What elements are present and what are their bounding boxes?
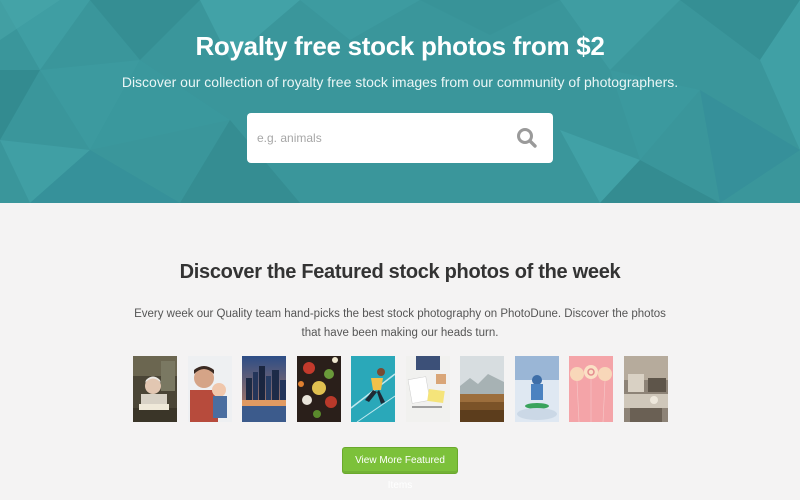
featured-photo-snow-sledding[interactable] bbox=[515, 356, 559, 422]
view-more-featured-button[interactable]: View More Featured Items bbox=[342, 447, 458, 491]
hero-title: Royalty free stock photos from $2 bbox=[195, 31, 605, 61]
featured-photo-city-skyline[interactable] bbox=[242, 356, 286, 422]
featured-photo-athlete-court[interactable] bbox=[351, 356, 395, 422]
featured-photo-father-baby[interactable] bbox=[188, 356, 232, 422]
featured-photo-misty-field[interactable] bbox=[460, 356, 504, 422]
featured-section-description: Every week our Quality team hand-picks t… bbox=[134, 308, 666, 339]
search-box bbox=[247, 113, 553, 163]
search-input[interactable] bbox=[257, 126, 507, 150]
search-button[interactable] bbox=[515, 126, 539, 150]
featured-section-title: Discover the Featured stock photos of th… bbox=[179, 261, 621, 283]
featured-photo-pink-balloons[interactable] bbox=[569, 356, 613, 422]
featured-thumbnails bbox=[133, 356, 673, 422]
search-icon[interactable] bbox=[515, 126, 539, 150]
featured-photo-desk-notes[interactable] bbox=[406, 356, 450, 422]
hero-banner: Royalty free stock photos from $2 Discov… bbox=[0, 0, 800, 203]
featured-photo-cozy-interior[interactable] bbox=[624, 356, 668, 422]
featured-photo-elderly-woman[interactable] bbox=[133, 356, 177, 422]
hero-subtitle: Discover our collection of royalty free … bbox=[121, 74, 679, 90]
featured-photo-food-flat-lay[interactable] bbox=[297, 356, 341, 422]
